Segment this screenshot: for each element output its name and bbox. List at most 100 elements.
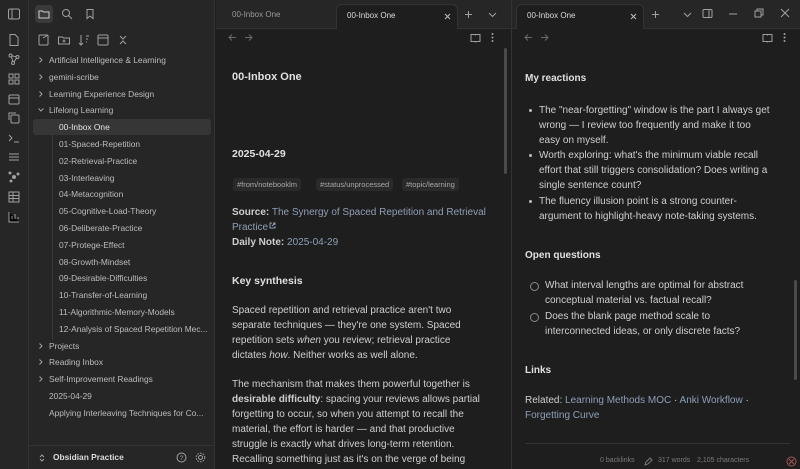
file-00-inbox-one[interactable]: 00-Inbox One: [33, 119, 211, 136]
restore-icon[interactable]: [754, 8, 764, 18]
reaction-item-3: The fluency illusion point is a strong c…: [539, 194, 789, 224]
back-arrow-icon[interactable]: [523, 32, 534, 43]
text: What interval lengths are optimal for ab…: [545, 280, 744, 291]
sync-status-icon[interactable]: [786, 456, 797, 467]
file-05-cognitive-load-theory[interactable]: 05-Cognitive-Load-Theory: [33, 203, 211, 219]
link-anki-workflow[interactable]: Anki Workflow: [680, 395, 743, 406]
folder-artificial-intelligence-learning[interactable]: Artificial Intelligence & Learning: [33, 52, 211, 68]
minimize-icon[interactable]: [728, 9, 738, 19]
new-tab-plus-icon[interactable]: [464, 10, 473, 19]
link-forgetting-curve[interactable]: Forgetting Curve: [525, 410, 599, 421]
plugin-icon[interactable]: [7, 170, 21, 184]
tag-from-notebooklm[interactable]: #from/notebooklm: [233, 178, 302, 191]
file-07-protege-effect[interactable]: 07-Protege-Effect: [33, 237, 211, 253]
sidebar-toggle-icon[interactable]: [7, 7, 21, 21]
new-tab-plus-icon[interactable]: [651, 10, 660, 19]
file-01-spaced-repetition[interactable]: 01-Spaced-Repetition: [33, 136, 211, 152]
more-options-icon[interactable]: [487, 32, 498, 43]
file-2025-04-29[interactable]: 2025-04-29: [33, 388, 211, 404]
folder-gemini-scribe[interactable]: gemini-scribe: [33, 69, 211, 85]
separator: ·: [671, 395, 680, 406]
help-icon[interactable]: ?: [176, 452, 187, 463]
tag-status-unprocessed[interactable]: #status/unprocessed: [316, 178, 394, 191]
tab-inbox-one-right[interactable]: 00-Inbox One: [516, 4, 644, 29]
window-close-icon[interactable]: [780, 8, 790, 18]
text: argument to highlight-heavy note-taking …: [539, 211, 757, 222]
folder-reading-inbox[interactable]: Reading Inbox: [33, 354, 211, 370]
tab-inbox-one-active[interactable]: 00-Inbox One: [336, 4, 458, 29]
close-icon[interactable]: [444, 13, 451, 20]
table-icon[interactable]: [7, 190, 21, 204]
open-questions-heading: Open questions: [525, 250, 601, 261]
tree-item-label: 05-Cognitive-Load-Theory: [59, 206, 157, 217]
file-12-analysis-of-spaced-repetition-mec[interactable]: 12-Analysis of Spaced Repetition Mec...: [33, 321, 211, 337]
list-icon[interactable]: [7, 150, 21, 164]
canvas-icon[interactable]: [7, 72, 21, 86]
file-03-interleaving[interactable]: 03-Interleaving: [33, 170, 211, 186]
text: effort that still triggers consolidation…: [539, 165, 768, 176]
right-sidebar-toggle-icon[interactable]: [702, 8, 713, 19]
reading-view-icon[interactable]: [762, 32, 773, 43]
file-04-metacognition[interactable]: 04-Metacognition: [33, 186, 211, 202]
back-arrow-icon[interactable]: [227, 32, 238, 43]
text: separate techniques — they're one system…: [232, 320, 461, 331]
vault-switcher[interactable]: Obsidian Practice ?: [29, 445, 215, 469]
copy-icon[interactable]: [7, 111, 21, 125]
file-09-desirable-difficulties[interactable]: 09-Desirable-Difficulties: [33, 270, 211, 286]
folder-self-improvement-readings[interactable]: Self-Improvement Readings: [33, 371, 211, 387]
status-bar: 0 backlinks 317 words 2,105 characters: [600, 455, 800, 469]
sort-icon[interactable]: [77, 33, 91, 47]
text: interconnected ideas, or only discrete f…: [545, 326, 741, 337]
scrollbar[interactable]: [794, 280, 797, 380]
tab-files[interactable]: [35, 5, 53, 23]
reading-view-icon[interactable]: [470, 32, 481, 43]
link-learning-methods-moc[interactable]: Learning Methods MOC: [565, 395, 671, 406]
new-note-icon[interactable]: [37, 33, 51, 47]
question-item-1: What interval lengths are optimal for ab…: [545, 278, 790, 308]
folder-lifelong-learning[interactable]: Lifelong Learning: [33, 102, 211, 118]
file-08-growth-mindset[interactable]: 08-Growth-Mindset: [33, 254, 211, 270]
tab-inbox-one[interactable]: 00-Inbox One: [222, 4, 332, 29]
file-10-transfer-of-learning[interactable]: 10-Transfer-of-Learning: [33, 287, 211, 303]
new-note-icon[interactable]: [7, 33, 21, 47]
forward-arrow-icon[interactable]: [539, 32, 550, 43]
graph-view-icon[interactable]: [7, 52, 21, 66]
forward-arrow-icon[interactable]: [243, 32, 254, 43]
terminal-icon[interactable]: [7, 131, 21, 145]
stats-icon[interactable]: [7, 210, 21, 224]
tab-bookmarks[interactable]: [81, 5, 99, 23]
source-link-cont[interactable]: Practice: [232, 222, 268, 233]
date-heading: 2025-04-29: [232, 148, 286, 160]
task-checkbox[interactable]: [530, 313, 539, 322]
auto-reveal-icon[interactable]: [96, 33, 110, 47]
close-icon[interactable]: [630, 13, 637, 20]
edit-pencil-icon[interactable]: [644, 457, 653, 466]
file-06-deliberate-practice[interactable]: 06-Deliberate-Practice: [33, 220, 211, 236]
more-options-icon[interactable]: [779, 32, 790, 43]
daily-note-link[interactable]: 2025-04-29: [287, 237, 338, 248]
chevron-down-icon[interactable]: [488, 11, 497, 19]
chevron-down-icon[interactable]: [683, 11, 692, 19]
settings-gear-icon[interactable]: [195, 452, 206, 463]
scrollbar[interactable]: [504, 48, 507, 174]
tree-item-label: 03-Interleaving: [59, 172, 115, 183]
tab-search[interactable]: [58, 5, 76, 23]
tree-item-label: 00-Inbox One: [59, 122, 110, 133]
collapse-all-icon[interactable]: [116, 33, 130, 47]
tag-topic-learning[interactable]: #topic/learning: [402, 178, 459, 191]
file-02-retrieval-practice[interactable]: 02-Retrieval-Practice: [33, 153, 211, 169]
source-link[interactable]: The Synergy of Spaced Repetition and Ret…: [272, 207, 486, 218]
folder-learning-experience-design[interactable]: Learning Experience Design: [33, 86, 211, 102]
new-folder-icon[interactable]: [57, 33, 71, 47]
task-checkbox[interactable]: [530, 282, 539, 291]
source-line: Source: The Synergy of Spaced Repetition…: [232, 205, 492, 250]
file-applying-interleaving-techniques-for-co[interactable]: Applying Interleaving Techniques for Co.…: [33, 405, 211, 421]
folder-projects[interactable]: Projects: [33, 338, 211, 354]
calendar-icon[interactable]: [7, 92, 21, 106]
svg-text:?: ?: [180, 455, 184, 462]
bullet: [529, 109, 532, 112]
file-explorer-actions: [29, 29, 215, 51]
file-11-algorithmic-memory-models[interactable]: 11-Algorithmic-Memory-Models: [33, 304, 211, 320]
backlinks-count[interactable]: 0 backlinks: [600, 457, 635, 464]
text: Spaced repetition and retrieval practice…: [232, 305, 452, 316]
